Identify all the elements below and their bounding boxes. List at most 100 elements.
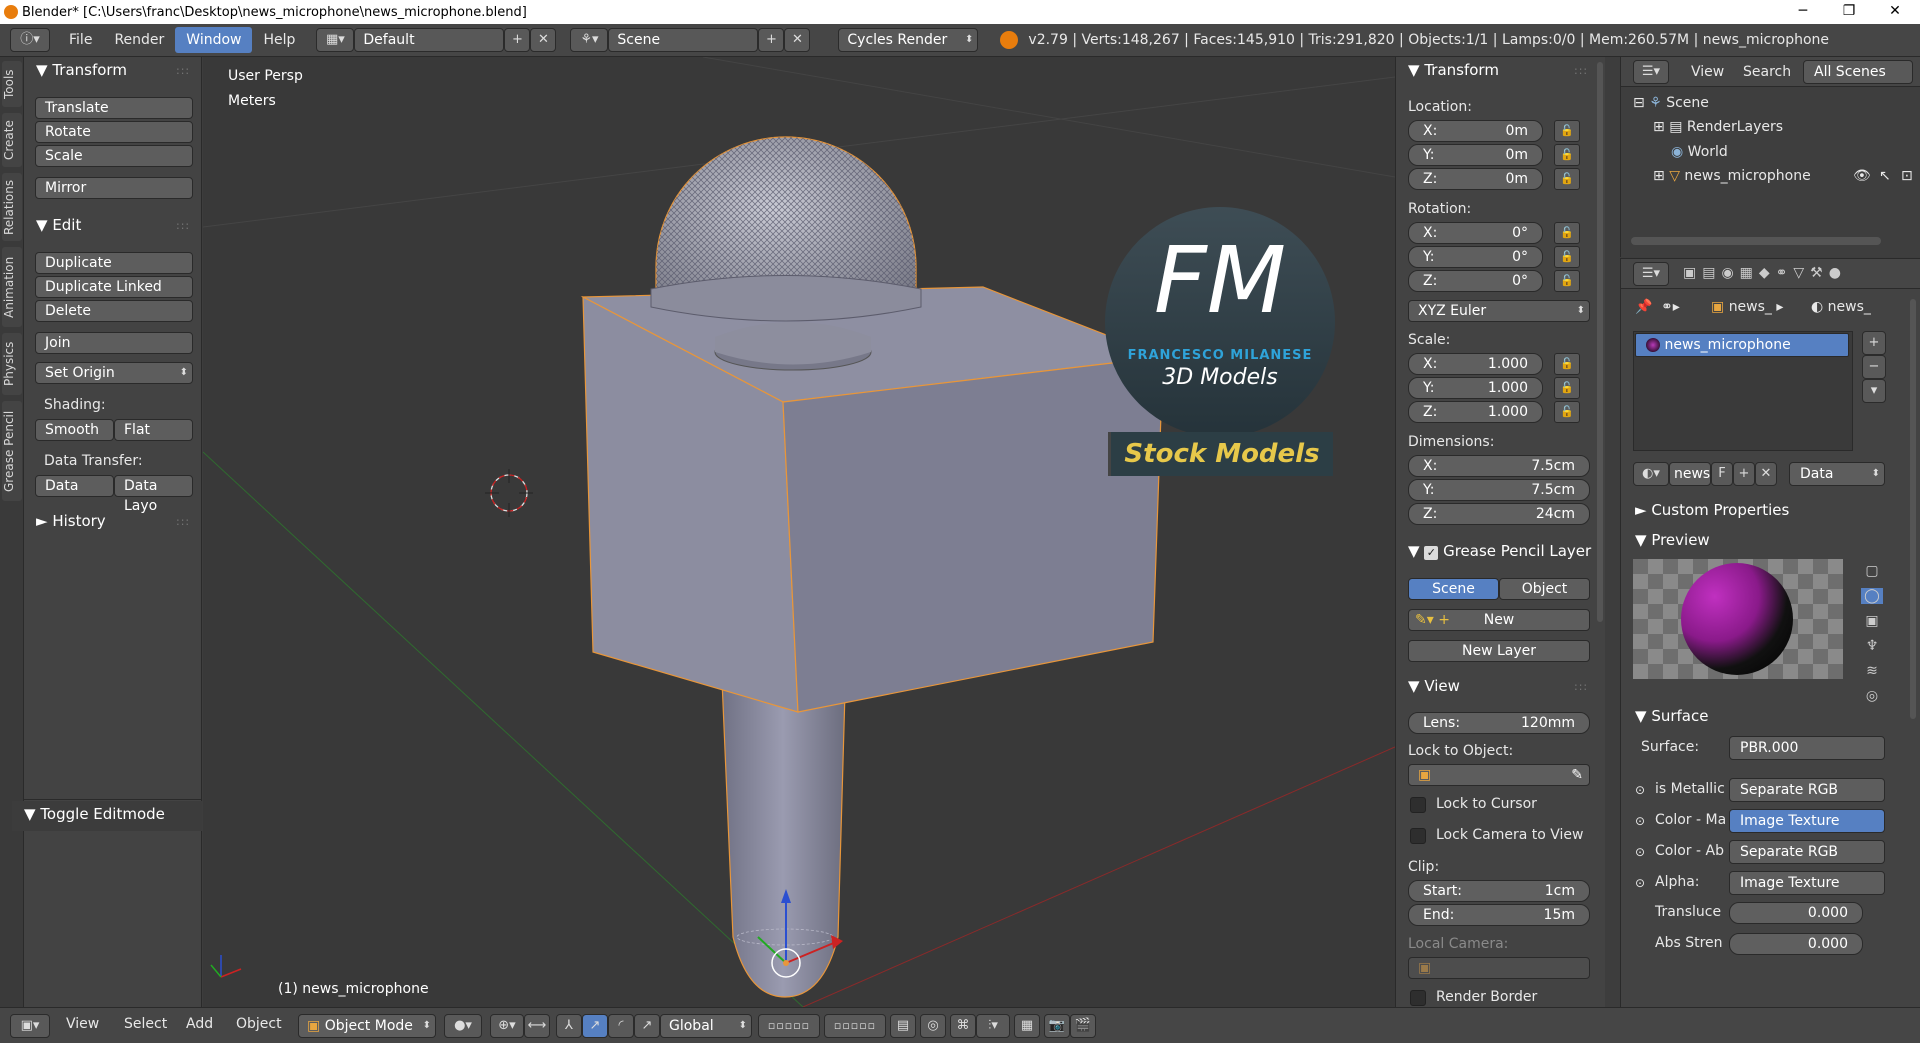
scale-button[interactable]: Scale [35,145,193,167]
drag-handle-icon[interactable]: ::: [176,64,190,77]
rotation-mode-select[interactable]: XYZ Euler ⬍ [1408,300,1590,322]
rotate-button[interactable]: Rotate [35,121,193,143]
context-tabs[interactable]: ▣▤◉▦◆⚭▽⚒● [1683,265,1847,281]
flat-button[interactable]: Flat [114,419,193,441]
translate-button[interactable]: Translate [35,97,193,119]
pin-icon[interactable]: 📌 [1635,299,1652,315]
material-name-field[interactable]: news [1669,462,1711,486]
mirror-button[interactable]: Mirror [35,177,193,199]
menu-view[interactable]: View [66,1016,99,1032]
gp-new-button[interactable]: ✎▾ + New [1408,609,1590,631]
gp-scene-tab[interactable]: Scene [1408,578,1499,600]
surface-header[interactable]: ▼ Surface [1635,707,1708,725]
join-button[interactable]: Join [35,332,193,354]
remove-layout-button[interactable]: ✕ [530,28,557,52]
lock-icon[interactable]: 🔓 [1554,353,1580,375]
tab-create[interactable]: Create [2,113,22,167]
view-panel-header[interactable]: ▼ View [1408,677,1460,695]
opengl-render-icon[interactable]: ▦ [1014,1014,1040,1038]
custom-properties-header[interactable]: ► Custom Properties [1635,501,1789,519]
remove-slot-button[interactable]: − [1862,355,1886,379]
rotate-manipulator-icon[interactable]: ↗ [582,1014,608,1038]
local-camera-field[interactable]: ▣ [1408,957,1590,979]
location-y-field[interactable]: Y: 0m [1408,144,1543,166]
tab-relations[interactable]: Relations [2,173,22,241]
n-transform-header[interactable]: ▼ Transform [1408,61,1499,79]
properties-editor-icon[interactable]: ☰▾ [1633,262,1669,286]
layer-buttons-1[interactable]: ▫▫▫▫▫ [758,1014,820,1038]
eyedropper-icon[interactable]: ✎ [1571,765,1583,785]
breadcrumb-material[interactable]: ◐ news_ [1811,299,1871,315]
grease-pencil-layer-header[interactable]: ▼ ✓ Grease Pencil Layer [1408,542,1591,560]
outliner-item-scene[interactable]: ⊟ ⚘ Scene [1633,95,1709,111]
delete-button[interactable]: Delete [35,300,193,322]
fake-user-button[interactable]: F [1711,462,1733,486]
translate-manipulator-icon[interactable]: ⅄ [556,1014,582,1038]
layer-lock-icon[interactable]: ▤ [890,1014,916,1038]
lock-icon[interactable]: 🔓 [1554,222,1580,244]
dimension-z-field[interactable]: Z: 24cm [1408,503,1590,525]
preview-type-buttons[interactable]: ▢ ◯ ▣ ♆ ≋ ◎ [1857,559,1887,704]
rotation-z-field[interactable]: Z: 0° [1408,270,1543,292]
lock-icon[interactable]: 🔓 [1554,270,1580,292]
drag-handle-icon[interactable]: ::: [1574,680,1588,693]
visibility-eye-icon[interactable]: 👁 [1853,168,1871,184]
lock-icon[interactable]: 🔓 [1554,168,1580,190]
mode-select[interactable]: ▣ Object Mode ⬍ [298,1014,436,1038]
scale-z-field[interactable]: Z: 1.000 [1408,401,1543,423]
select-cursor-icon[interactable]: ↖ [1879,168,1891,184]
layer-buttons-2[interactable]: ▫▫▫▫▫ [824,1014,886,1038]
scale-y-field[interactable]: Y: 1.000 [1408,377,1543,399]
add-layout-button[interactable]: + [504,28,531,52]
menu-help[interactable]: Help [252,27,306,53]
lock-camera-checkbox[interactable] [1410,828,1426,844]
outliner-editor-icon[interactable]: ☰▾ [1633,60,1669,84]
breadcrumb-object[interactable]: ▣ news_ ▸ [1711,299,1783,315]
render-engine-select[interactable]: Cycles Render ⬍ [838,28,979,52]
gp-object-tab[interactable]: Object [1499,578,1590,600]
abs-strength-field[interactable]: 0.000 [1729,933,1863,955]
object-context-icon[interactable]: ⚭▸ [1661,299,1680,315]
snap-element-select[interactable]: ⫶▾ [976,1014,1010,1038]
outliner-item-object[interactable]: ⊞ ▽ news_microphone [1653,168,1811,184]
socket-icon[interactable]: ⊙ [1635,845,1645,859]
tab-tools[interactable]: Tools [2,61,22,107]
snap-toggle-icon[interactable]: ⌘ [950,1014,976,1038]
editor-type-icon[interactable]: ⓘ▾ [10,28,50,52]
color-ab-input-select[interactable]: Separate RGB [1729,840,1885,864]
drag-handle-icon[interactable]: ::: [1574,64,1588,77]
dimension-x-field[interactable]: X: 7.5cm [1408,455,1590,477]
render-animation-icon[interactable]: 🎬 [1070,1014,1096,1038]
set-origin-select[interactable]: Set Origin ⬍ [35,362,193,384]
smooth-button[interactable]: Smooth [35,419,114,441]
outliner-view-menu[interactable]: View [1691,64,1724,80]
duplicate-linked-button[interactable]: Duplicate Linked [35,276,193,298]
translucency-field[interactable]: 0.000 [1729,902,1863,924]
slot-menu-button[interactable]: ▾ [1862,379,1886,403]
lock-object-field[interactable]: ▣ ✎ [1408,764,1590,786]
scrollbar[interactable] [1597,62,1603,622]
menu-file[interactable]: File [58,27,103,53]
rotation-x-field[interactable]: X: 0° [1408,222,1543,244]
menu-render[interactable]: Render [103,27,175,53]
gp-new-layer-button[interactable]: New Layer [1408,640,1590,662]
toggle-editmode-header[interactable]: ▼ Toggle Editmode [12,801,202,831]
browse-material-button[interactable]: ◐▾ [1633,462,1669,486]
location-x-field[interactable]: X: 0m [1408,120,1543,142]
display-mode-select[interactable]: All Scenes [1803,60,1913,84]
rotation-y-field[interactable]: Y: 0° [1408,246,1543,268]
orientation-select[interactable]: Global ⬍ [660,1014,752,1038]
tab-animation[interactable]: Animation [2,247,22,327]
clip-end-field[interactable]: End: 15m [1408,904,1590,926]
outliner-search-menu[interactable]: Search [1743,64,1791,80]
menu-object[interactable]: Object [236,1016,282,1032]
scale-x-field[interactable]: X: 1.000 [1408,353,1543,375]
menu-add[interactable]: Add [186,1016,213,1032]
scrollbar[interactable] [1910,299,1916,719]
lock-icon[interactable]: 🔓 [1554,401,1580,423]
socket-icon[interactable]: ⊙ [1635,876,1645,890]
clip-start-field[interactable]: Start: 1cm [1408,880,1590,902]
dimension-y-field[interactable]: Y: 7.5cm [1408,479,1590,501]
lens-field[interactable]: Lens: 120mm [1408,712,1590,734]
lock-icon[interactable]: 🔓 [1554,144,1580,166]
